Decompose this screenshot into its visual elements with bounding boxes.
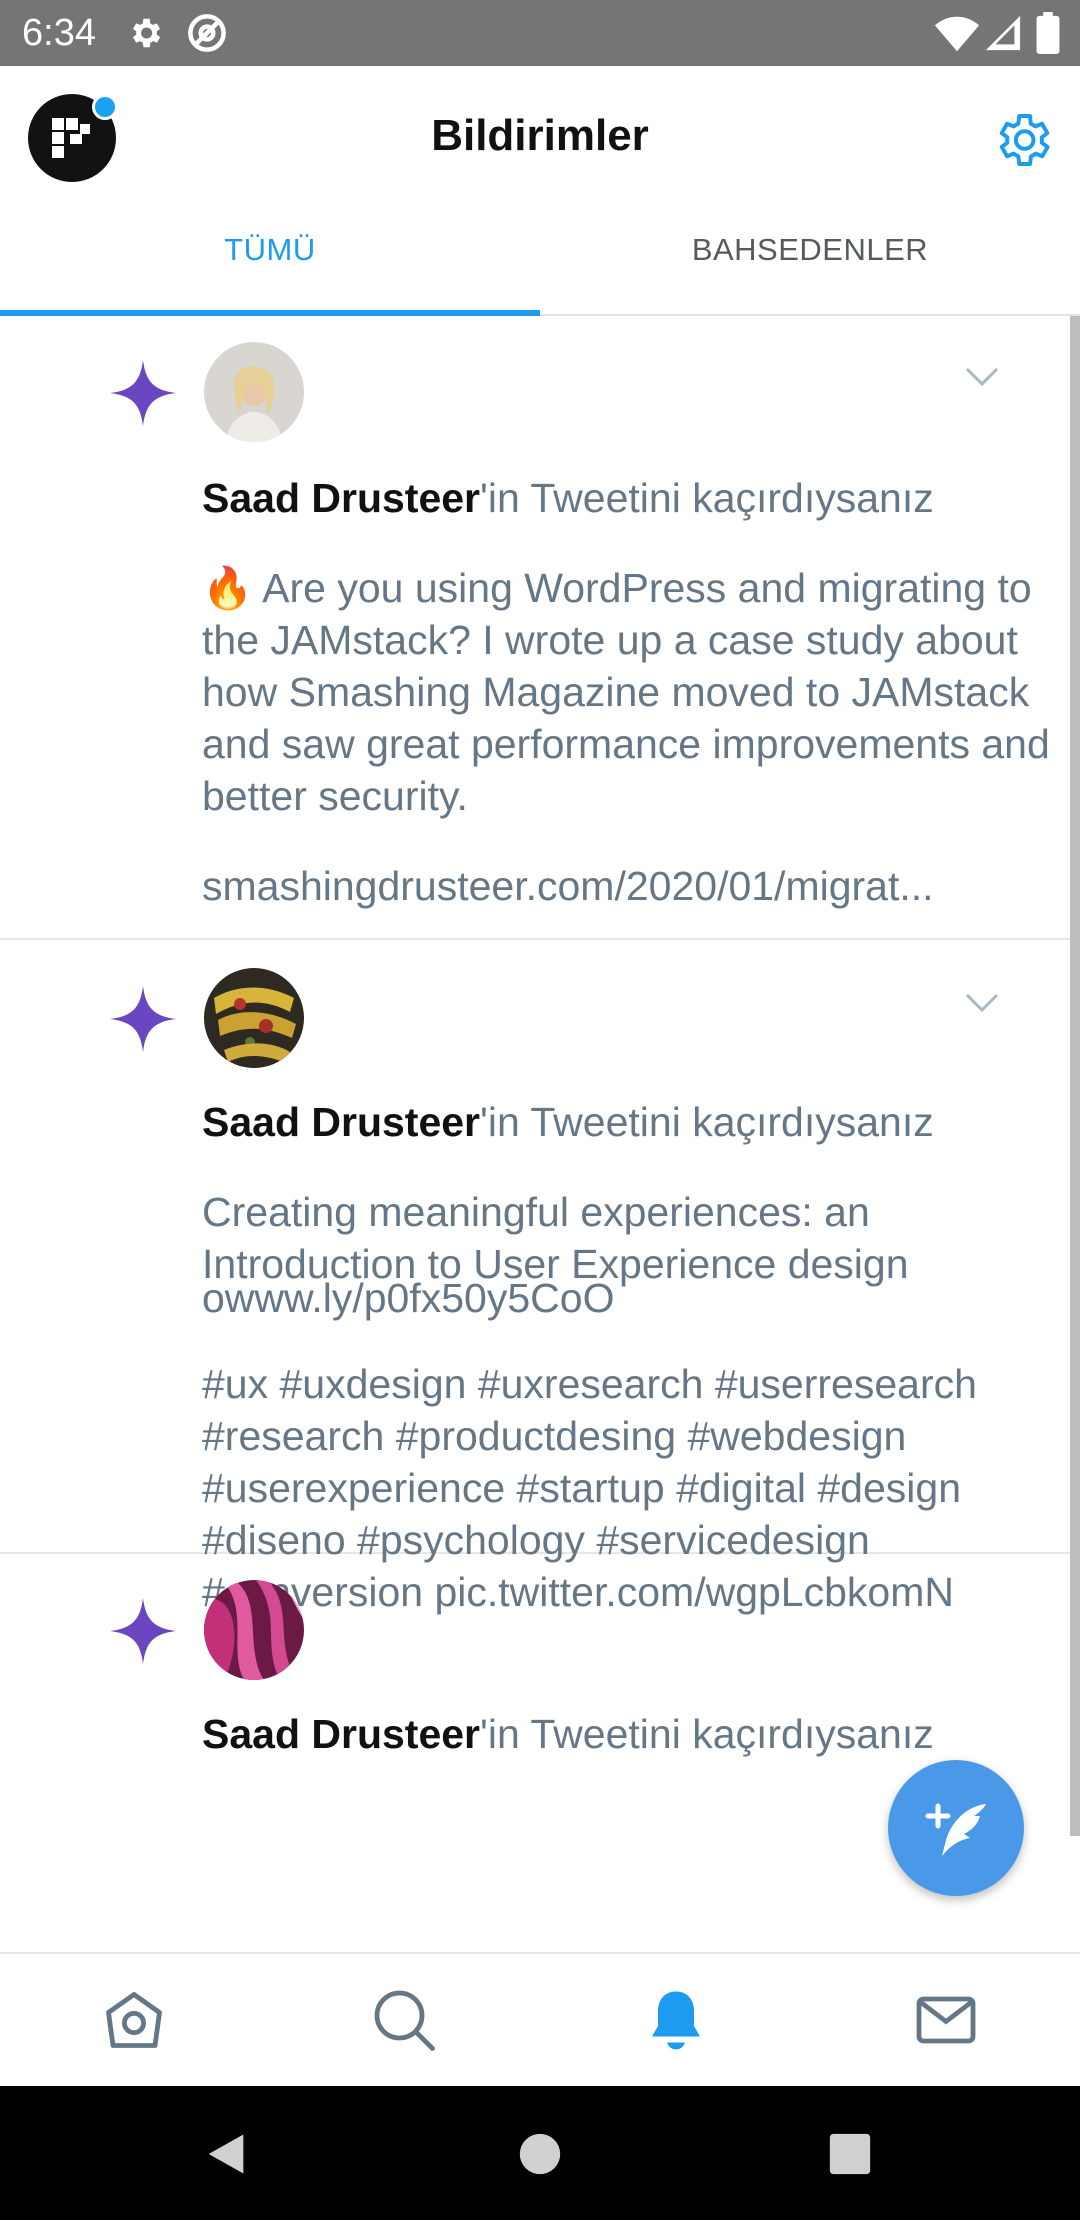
notification-feed[interactable]: Saad Drusteer'in Tweetini kaçırdıysanız … — [0, 316, 1080, 1952]
tweet-link-text: owww.ly/p0fx50y5CoO — [202, 1275, 615, 1321]
chevron-down-icon[interactable] — [964, 992, 1000, 1014]
battery-icon — [1036, 12, 1060, 54]
author-name[interactable]: Saad Drusteer — [202, 475, 480, 521]
notification-suffix: 'in Tweetini kaçırdıysanız — [480, 1099, 934, 1145]
notification-item[interactable]: Saad Drusteer'in Tweetini kaçırdıysanız … — [0, 316, 1080, 940]
home-circle-icon[interactable] — [518, 2132, 562, 2176]
tweet-link-text: smashingdrusteer.com/2020/01/migrat... — [202, 863, 934, 909]
author-avatar[interactable] — [204, 342, 304, 442]
status-bar: 6:34 — [0, 0, 1080, 66]
tweet-text[interactable]: 🔥 Are you using WordPress and migrating … — [202, 562, 1052, 822]
gear-icon — [132, 18, 161, 48]
home-icon[interactable] — [98, 1984, 170, 2056]
page-title: Bildirimler — [431, 111, 649, 160]
avatar-photo — [204, 968, 304, 1068]
gear-icon[interactable] — [990, 108, 1054, 172]
notification-suffix: 'in Tweetini kaçırdıysanız — [480, 1711, 934, 1757]
sparkle-icon — [110, 986, 176, 1052]
author-avatar[interactable] — [204, 1580, 304, 1680]
notification-title: Saad Drusteer'in Tweetini kaçırdıysanız — [202, 1708, 1052, 1760]
tweet-link[interactable]: smashingdrusteer.com/2020/01/migrat... — [202, 860, 1052, 912]
notification-suffix: 'in Tweetini kaçırdıysanız — [480, 475, 934, 521]
sparkle-icon — [110, 1598, 176, 1664]
avatar-photo — [204, 1580, 304, 1680]
notification-tabs: TÜMÜ BAHSEDENLER — [0, 212, 1080, 316]
bell-icon[interactable] — [640, 1984, 712, 2056]
compose-feather-icon — [925, 1803, 986, 1856]
notification-item[interactable]: Saad Drusteer'in Tweetini kaçırdıysanız … — [0, 940, 1080, 1615]
at-sign-icon — [188, 14, 226, 52]
bottom-nav — [0, 1952, 1080, 2088]
search-icon[interactable] — [368, 1984, 440, 2056]
author-avatar[interactable] — [204, 968, 304, 1068]
mail-icon[interactable] — [910, 1984, 982, 2056]
tab-all[interactable]: TÜMÜ — [0, 212, 540, 314]
recents-icon[interactable] — [828, 2132, 872, 2176]
tab-mentions[interactable]: BAHSEDENLER — [540, 212, 1080, 314]
notification-title: Saad Drusteer'in Tweetini kaçırdıysanız — [202, 1096, 1052, 1148]
signal-icon — [985, 15, 1021, 51]
avatar-photo — [204, 342, 304, 442]
tweet-link[interactable]: owww.ly/p0fx50y5CoO — [202, 1272, 1052, 1324]
sparkle-icon — [110, 360, 176, 426]
chevron-down-icon[interactable] — [964, 366, 1000, 388]
wifi-icon — [934, 16, 980, 52]
scrollbar[interactable] — [1070, 316, 1080, 1836]
tweet-paragraph: 🔥 Are you using WordPress and migrating … — [202, 565, 1050, 819]
status-time: 6:34 — [22, 12, 96, 54]
author-name[interactable]: Saad Drusteer — [202, 1099, 480, 1145]
header: Bildirimler — [0, 66, 1080, 212]
compose-button[interactable] — [888, 1760, 1024, 1896]
system-nav-bar — [0, 2086, 1080, 2220]
back-icon[interactable] — [200, 2128, 252, 2180]
notification-title: Saad Drusteer'in Tweetini kaçırdıysanız — [202, 472, 1052, 524]
author-name[interactable]: Saad Drusteer — [202, 1711, 480, 1757]
